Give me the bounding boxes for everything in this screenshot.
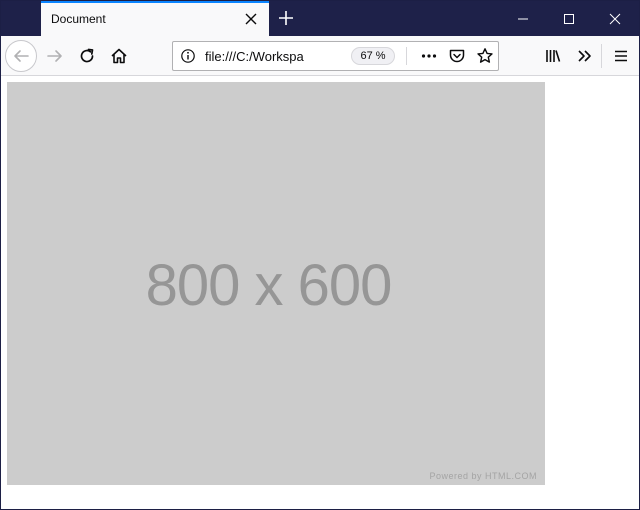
toolbar-separator bbox=[601, 44, 602, 68]
minimize-icon[interactable] bbox=[500, 1, 546, 36]
placeholder-dimensions-text: 800 x 600 bbox=[145, 253, 393, 318]
address-bar[interactable]: file:///C:/Workspa 67 % bbox=[172, 41, 499, 71]
tab-document[interactable]: Document bbox=[41, 1, 269, 36]
navigation-toolbar: file:///C:/Workspa 67 % bbox=[1, 36, 639, 76]
back-arrow-icon[interactable] bbox=[5, 40, 37, 72]
browser-window: Document file:///C:/Workspa 67 % 800 x 6… bbox=[0, 0, 640, 510]
pocket-icon[interactable] bbox=[446, 45, 468, 67]
tab-close-icon[interactable] bbox=[241, 9, 261, 29]
url-text[interactable]: file:///C:/Workspa bbox=[205, 49, 325, 64]
page-content: 800 x 600 Powered by HTML.COM bbox=[1, 77, 639, 509]
star-icon[interactable] bbox=[474, 45, 496, 67]
reload-icon[interactable] bbox=[71, 40, 103, 72]
new-tab-plus-icon[interactable] bbox=[274, 6, 298, 30]
chevron-double-right-icon[interactable] bbox=[569, 40, 601, 72]
home-icon[interactable] bbox=[103, 40, 135, 72]
url-separator bbox=[406, 47, 407, 65]
hamburger-menu-icon[interactable] bbox=[605, 40, 637, 72]
info-icon[interactable] bbox=[180, 48, 196, 64]
tab-title: Document bbox=[51, 12, 106, 26]
zoom-level-badge[interactable]: 67 % bbox=[351, 47, 395, 65]
placeholder-image: 800 x 600 Powered by HTML.COM bbox=[7, 82, 545, 485]
placeholder-credit: Powered by HTML.COM bbox=[429, 471, 537, 481]
maximize-icon[interactable] bbox=[546, 1, 592, 36]
forward-arrow-icon[interactable] bbox=[39, 40, 71, 72]
library-icon[interactable] bbox=[537, 40, 569, 72]
close-window-icon[interactable] bbox=[592, 1, 638, 36]
title-bar: Document bbox=[1, 1, 639, 36]
ellipsis-icon[interactable] bbox=[418, 45, 440, 67]
